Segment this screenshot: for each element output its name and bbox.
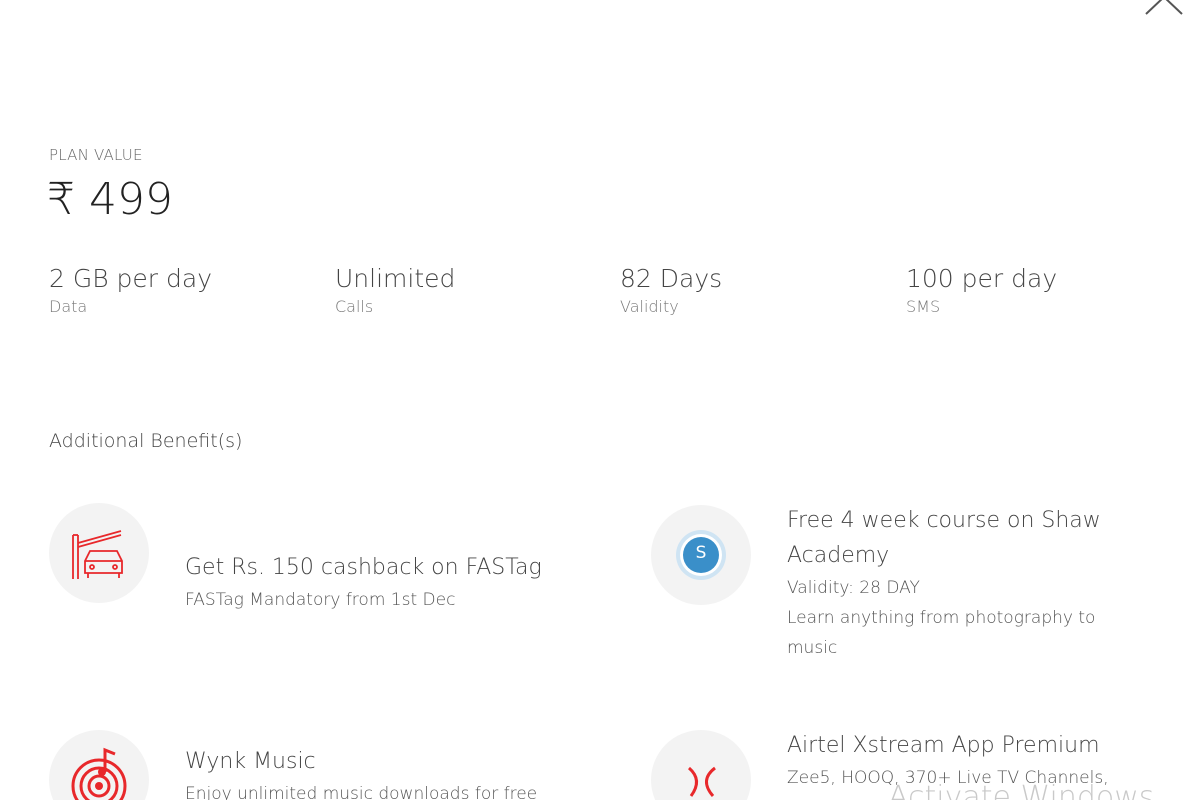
benefit-validity: Validity: 28 DAY <box>787 578 920 598</box>
plan-details-modal: PLAN VALUE ₹ 499 2 GB per day Data Unlim… <box>0 0 1200 800</box>
stat-validity: 82 Days Validity <box>620 264 722 316</box>
xstream-benefit-icon-circle[interactable] <box>651 730 751 800</box>
benefit-title: Airtel Xstream App Premium <box>787 733 1100 758</box>
shaw-academy-benefit-icon-circle[interactable]: S <box>651 505 751 605</box>
wynk-benefit: Wynk Music Enjoy unlimited music downloa… <box>185 744 537 800</box>
shaw-academy-letter: S <box>695 543 707 563</box>
close-icon <box>1145 0 1183 15</box>
stat-label: SMS <box>906 297 941 316</box>
stat-label: Validity <box>620 297 679 316</box>
wynk-benefit-icon-circle[interactable] <box>49 730 149 800</box>
benefit-title: Get Rs. 150 cashback on FASTag <box>185 555 542 580</box>
xstream-icon <box>687 766 716 797</box>
benefit-title-line: Free 4 week course on Shaw <box>787 508 1101 533</box>
additional-benefits-heading: Additional Benefit(s) <box>49 430 243 452</box>
benefit-description: Enjoy unlimited music downloads for free <box>185 784 538 800</box>
shaw-academy-benefit: Free 4 week course on Shaw Academy Valid… <box>787 503 1101 663</box>
stat-label: Calls <box>335 297 374 316</box>
fastag-benefit-icon-circle[interactable] <box>49 503 149 603</box>
stat-sms: 100 per day SMS <box>906 264 1057 316</box>
stat-calls: Unlimited Calls <box>335 264 455 316</box>
stat-value: Unlimited <box>335 264 456 293</box>
stat-value: 82 Days <box>620 264 723 293</box>
plan-value-label: PLAN VALUE <box>49 146 143 164</box>
benefit-title-line: Academy <box>787 543 890 568</box>
stat-label: Data <box>49 297 88 316</box>
benefit-title: Wynk Music <box>185 749 316 774</box>
benefit-description: Learn anything from photography to <box>787 608 1096 628</box>
stat-value: 2 GB per day <box>49 264 213 293</box>
stat-data: 2 GB per day Data <box>49 264 212 316</box>
wynk-music-icon <box>71 747 127 800</box>
fastag-car-icon <box>72 530 123 579</box>
benefit-description: music <box>787 638 838 658</box>
fastag-benefit: Get Rs. 150 cashback on FASTag FASTag Ma… <box>185 550 542 615</box>
close-button[interactable] <box>1140 0 1188 16</box>
activate-windows-watermark: Activate Windows <box>888 780 1155 800</box>
plan-price: ₹ 499 <box>47 174 173 225</box>
benefit-description: FASTag Mandatory from 1st Dec <box>185 590 456 610</box>
stat-value: 100 per day <box>906 264 1058 293</box>
